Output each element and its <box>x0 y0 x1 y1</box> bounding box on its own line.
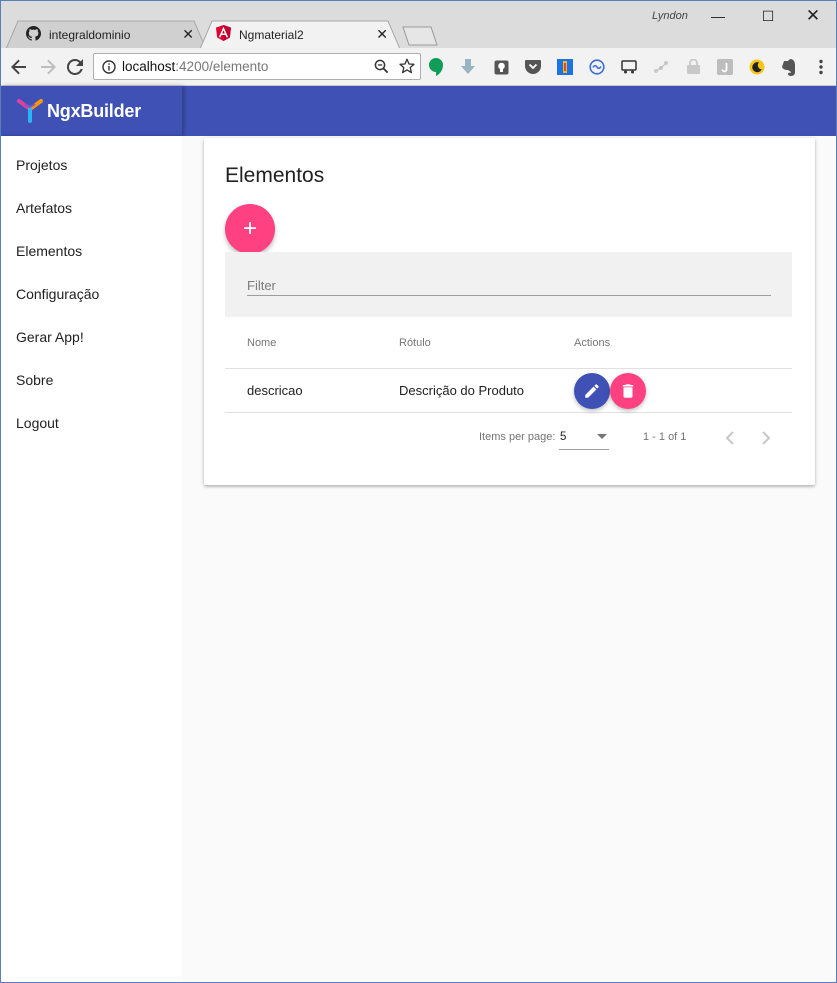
paginator: Items per page: 5 1 - 1 of 1 <box>225 413 792 461</box>
dropdown-arrow-icon <box>597 433 607 440</box>
table-header: Nome Rótulo Actions <box>225 317 792 369</box>
browser-toolbar: localhost:4200/elemento <box>1 48 836 86</box>
tab-content: Ngmaterial2 <box>200 25 400 44</box>
evernote-extension-icon[interactable] <box>780 58 798 76</box>
column-header-rotulo[interactable]: Rótulo <box>399 337 574 349</box>
zoom-icon[interactable] <box>374 59 389 74</box>
back-icon[interactable] <box>8 56 30 78</box>
next-page-button[interactable] <box>753 425 779 451</box>
bus-extension-icon[interactable] <box>620 58 638 76</box>
page-title: Elementos <box>225 164 325 187</box>
hangouts-extension-icon[interactable] <box>427 58 445 76</box>
edit-button[interactable] <box>574 372 610 409</box>
previous-page-button[interactable] <box>717 425 743 451</box>
tab-title: integraldominio <box>49 27 131 42</box>
angular-icon <box>216 25 231 44</box>
sync-extension-icon[interactable] <box>588 58 606 76</box>
chevron-right-icon <box>762 431 771 445</box>
elementos-card: Elementos + Nome Rótulo Actions descrica… <box>204 138 815 485</box>
tab-title: Ngmaterial2 <box>239 27 304 42</box>
cell-rotulo: Descrição do Produto <box>399 383 525 398</box>
elementos-table: Nome Rótulo Actions descricao Descrição … <box>225 317 792 413</box>
side-nav: Projetos Artefatos Elementos Configuraçã… <box>1 136 182 982</box>
ngxbuilder-logo-icon <box>17 99 43 123</box>
moon-extension-icon[interactable] <box>748 58 766 76</box>
j-extension-icon[interactable] <box>716 58 734 76</box>
network-extension-icon[interactable] <box>652 58 670 76</box>
filter-input[interactable] <box>247 276 771 296</box>
nav-item-sobre[interactable]: Sobre <box>1 358 182 401</box>
browser-window: integraldominio ✕ Ngmaterial2 ✕ Lyndon —… <box>0 0 837 983</box>
minimize-icon[interactable]: — <box>703 5 733 27</box>
info-icon[interactable] <box>102 59 116 74</box>
cell-nome: descricao <box>247 383 303 398</box>
pencil-icon <box>585 383 599 398</box>
page-range-label: 1 - 1 of 1 <box>643 431 687 443</box>
nav-item-projetos[interactable]: Projetos <box>1 143 182 186</box>
nav-item-artefatos[interactable]: Artefatos <box>1 186 182 229</box>
column-header-nome[interactable]: Nome <box>225 337 399 349</box>
page-size-value: 5 <box>560 430 567 443</box>
nav-item-gerar-app[interactable]: Gerar App! <box>1 315 182 358</box>
url-path: :4200/elemento <box>175 59 269 74</box>
profile-name[interactable]: Lyndon <box>652 10 688 22</box>
app-title: NgxBuilder <box>47 100 142 121</box>
tab-ngmaterial2[interactable]: Ngmaterial2 ✕ <box>200 20 400 49</box>
forward-icon[interactable] <box>37 56 59 78</box>
maximize-icon[interactable]: ☐ <box>753 5 783 27</box>
chevron-left-icon <box>725 431 734 445</box>
lightbulb-extension-icon[interactable] <box>492 58 510 76</box>
github-icon <box>26 25 41 44</box>
page-size-select[interactable]: 5 <box>559 424 609 450</box>
nav-item-logout[interactable]: Logout <box>1 401 182 444</box>
close-window-icon[interactable]: ✕ <box>798 5 828 27</box>
title-bar: integraldominio ✕ Ngmaterial2 ✕ Lyndon —… <box>1 1 836 49</box>
app-toolbar: NgxBuilder <box>1 86 836 136</box>
trash-icon <box>622 383 634 398</box>
nav-item-configuracao[interactable]: Configuração <box>1 272 182 315</box>
new-tab-button[interactable] <box>401 26 439 46</box>
column-header-actions: Actions <box>574 336 611 349</box>
download-extension-icon[interactable] <box>459 58 477 76</box>
table-row: descricao Descrição do Produto <box>225 369 792 413</box>
new-tab-icon <box>402 26 438 46</box>
close-tab-icon[interactable]: ✕ <box>182 26 194 43</box>
delete-button[interactable] <box>610 372 646 409</box>
reload-icon[interactable] <box>64 56 86 78</box>
tab-content: integraldominio <box>6 25 206 44</box>
items-per-page-label: Items per page: <box>479 431 556 443</box>
tab-integraldominio[interactable]: integraldominio ✕ <box>6 20 206 49</box>
plus-icon: + <box>242 215 257 242</box>
pocket-extension-icon[interactable] <box>524 58 542 76</box>
filter-container <box>225 252 792 317</box>
bookmark-star-icon[interactable] <box>399 58 415 74</box>
lock-extension-icon[interactable] <box>684 58 702 76</box>
close-tab-icon[interactable]: ✕ <box>376 26 388 43</box>
brand[interactable]: NgxBuilder <box>1 86 182 136</box>
add-elemento-button[interactable]: + <box>225 204 275 254</box>
colorful-extension-icon[interactable] <box>556 58 574 76</box>
address-bar[interactable]: localhost:4200/elemento <box>93 53 421 80</box>
chrome-menu-icon[interactable] <box>812 58 830 76</box>
url-host: localhost <box>122 59 176 74</box>
cell-actions <box>574 372 792 409</box>
nav-item-elementos[interactable]: Elementos <box>1 229 182 272</box>
main-content: Elementos + Nome Rótulo Actions descrica… <box>182 136 836 982</box>
